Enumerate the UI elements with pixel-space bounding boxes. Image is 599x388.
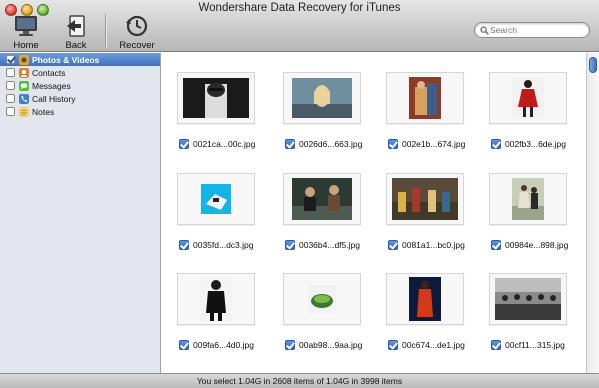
photo-thumbnail-image bbox=[409, 277, 441, 321]
sidebar-item-label: Photos & Videos bbox=[32, 54, 100, 65]
file-name: 00c674...de1.jpg bbox=[402, 340, 465, 350]
home-label: Home bbox=[13, 40, 39, 51]
photo-thumbnail-image bbox=[512, 178, 544, 220]
photo-thumbnail-image bbox=[183, 78, 249, 118]
search-icon bbox=[480, 26, 489, 35]
sidebar-item-label: Call History bbox=[32, 93, 76, 104]
home-button[interactable]: Home bbox=[4, 14, 48, 51]
thumbnail[interactable] bbox=[489, 173, 567, 225]
messages-checkbox[interactable] bbox=[6, 81, 15, 90]
recover-clock-icon bbox=[126, 15, 148, 37]
photo-thumbnail-image bbox=[308, 285, 336, 313]
back-button[interactable]: Back bbox=[54, 14, 98, 51]
window-title: Wondershare Data Recovery for iTunes bbox=[198, 2, 401, 14]
messages-icon bbox=[19, 80, 29, 91]
file-name: 0026d6...663.jpg bbox=[299, 139, 363, 149]
file-name: 002e1b...674.jpg bbox=[402, 139, 466, 149]
file-checkbox[interactable] bbox=[285, 139, 295, 149]
photo-thumbnail-image bbox=[201, 184, 231, 214]
photo-thumbnail-image bbox=[409, 77, 441, 119]
call-history-icon bbox=[19, 93, 29, 104]
back-arrow-icon bbox=[67, 15, 85, 37]
file-name: 00984e...898.jpg bbox=[505, 240, 569, 250]
sidebar-item-call-history[interactable]: Call History bbox=[0, 92, 160, 105]
file-checkbox[interactable] bbox=[491, 240, 501, 250]
file-name: 0021ca...00c.jpg bbox=[193, 139, 256, 149]
file-name: 0081a1...bc0.jpg bbox=[402, 240, 465, 250]
file-name: 009fa6...4d0.jpg bbox=[193, 340, 254, 350]
thumbnail-grid: 0021ca...00c.jpg 0026d6...663.jpg 002e1b… bbox=[162, 53, 586, 373]
thumbnail[interactable] bbox=[283, 72, 361, 124]
thumbnail[interactable] bbox=[177, 273, 255, 325]
sidebar-item-notes[interactable]: Notes bbox=[0, 105, 160, 118]
thumbnail[interactable] bbox=[386, 273, 464, 325]
sidebar-item-photos-videos[interactable]: Photos & Videos bbox=[0, 53, 160, 66]
toolbar-divider bbox=[105, 14, 106, 48]
photo-thumbnail-image bbox=[292, 178, 352, 220]
file-name: 00cf11...315.jpg bbox=[505, 340, 565, 350]
file-name: 0036b4...df5.jpg bbox=[299, 240, 360, 250]
thumbnail[interactable] bbox=[177, 72, 255, 124]
monitor-icon bbox=[15, 16, 37, 36]
photo-thumbnail-image bbox=[512, 77, 544, 119]
photo-thumbnail-image bbox=[495, 278, 561, 320]
call-history-checkbox[interactable] bbox=[6, 94, 15, 103]
photos-videos-checkbox[interactable] bbox=[6, 55, 15, 64]
status-bar: You select 1.04G in 2608 items of 1.04G … bbox=[0, 373, 599, 388]
sidebar-item-contacts[interactable]: Contacts bbox=[0, 66, 160, 79]
recover-label: Recover bbox=[119, 40, 155, 51]
thumbnail[interactable] bbox=[386, 72, 464, 124]
thumbnail[interactable] bbox=[283, 273, 361, 325]
file-name: 00ab98...9aa.jpg bbox=[299, 340, 363, 350]
file-checkbox[interactable] bbox=[388, 240, 398, 250]
contacts-checkbox[interactable] bbox=[6, 68, 15, 77]
sidebar-item-messages[interactable]: Messages bbox=[0, 79, 160, 92]
file-checkbox[interactable] bbox=[388, 340, 398, 350]
search-box[interactable] bbox=[474, 22, 590, 38]
file-checkbox[interactable] bbox=[491, 139, 501, 149]
back-label: Back bbox=[65, 40, 87, 51]
file-checkbox[interactable] bbox=[179, 340, 189, 350]
contacts-icon bbox=[19, 67, 29, 78]
thumbnail[interactable] bbox=[177, 173, 255, 225]
photo-thumbnail-image bbox=[200, 277, 232, 321]
file-name: 0035fd...dc3.jpg bbox=[193, 240, 254, 250]
sidebar-item-label: Contacts bbox=[32, 67, 66, 78]
thumbnail[interactable] bbox=[283, 173, 361, 225]
file-checkbox[interactable] bbox=[179, 139, 189, 149]
file-checkbox[interactable] bbox=[179, 240, 189, 250]
thumbnail[interactable] bbox=[489, 273, 567, 325]
file-checkbox[interactable] bbox=[285, 340, 295, 350]
notes-checkbox[interactable] bbox=[6, 107, 15, 116]
notes-icon bbox=[19, 106, 29, 117]
recover-button[interactable]: Recover bbox=[115, 14, 159, 51]
photos-icon bbox=[19, 54, 29, 65]
photo-thumbnail-image bbox=[292, 78, 352, 118]
thumbnail[interactable] bbox=[489, 72, 567, 124]
thumbnail[interactable] bbox=[386, 173, 464, 225]
file-checkbox[interactable] bbox=[285, 240, 295, 250]
sidebar-item-label: Messages bbox=[32, 80, 71, 91]
scrollbar-thumb[interactable] bbox=[589, 57, 597, 73]
file-name: 002fb3...6de.jpg bbox=[505, 139, 566, 149]
title-bar: Wondershare Data Recovery for iTunes Hom… bbox=[0, 0, 599, 52]
vertical-scrollbar[interactable] bbox=[586, 53, 599, 373]
category-sidebar: Photos & Videos Contacts Messages Call H… bbox=[0, 53, 161, 373]
file-checkbox[interactable] bbox=[388, 139, 398, 149]
sidebar-item-label: Notes bbox=[32, 106, 55, 117]
photo-thumbnail-image bbox=[392, 178, 458, 220]
file-checkbox[interactable] bbox=[491, 340, 501, 350]
search-input[interactable] bbox=[490, 24, 586, 36]
